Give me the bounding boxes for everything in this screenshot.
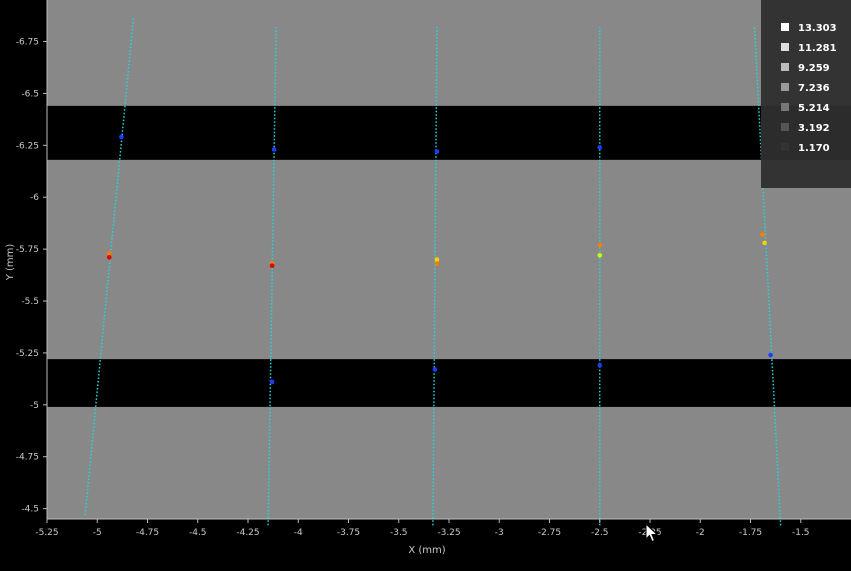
x-tick-label: -2.5: [591, 528, 609, 538]
dark-band-1: [47, 105, 851, 160]
plot-area[interactable]: [47, 0, 851, 526]
legend-label: 5.214: [798, 103, 830, 114]
legend-label: 11.281: [798, 43, 837, 54]
data-point-2[interactable]: [271, 147, 277, 152]
legend-swatch: [781, 43, 789, 51]
data-point-11[interactable]: [597, 242, 603, 248]
y-tick-label: -6.5: [21, 89, 39, 99]
data-point-12[interactable]: [597, 253, 603, 258]
legend: 13.303 11.281 9.259 7.236 5.214 3.192 1.170: [761, 0, 851, 188]
y-tick-label: -4.75: [16, 453, 39, 463]
chart-root: -5.25 -5 -4.75 -4.5 -4.25 -4 -3.75 -3.5 -3.25 -3 -…: [0, 0, 851, 567]
legend-label: 1.170: [798, 143, 830, 154]
legend-label: 3.192: [798, 123, 830, 134]
legend-label: 9.259: [798, 63, 830, 74]
x-tick-label: -2.75: [538, 528, 561, 538]
y-axis-title: Y (mm): [5, 244, 16, 282]
x-tick-label: -3.5: [390, 528, 408, 538]
x-tick-label: -4.75: [136, 528, 159, 538]
y-tick-label: -5.25: [16, 349, 39, 359]
legend-swatch: [781, 63, 789, 71]
data-point-5[interactable]: [107, 250, 112, 256]
data-point-1[interactable]: [119, 134, 124, 140]
legend-label: 13.303: [798, 23, 837, 34]
plot-background: [47, 0, 851, 519]
legend-swatch: [781, 123, 789, 131]
scatter-chart[interactable]: -5.25 -5 -4.75 -4.5 -4.25 -4 -3.75 -3.5 -3.25 -3 -…: [0, 0, 851, 567]
data-point-6[interactable]: [107, 255, 112, 260]
data-point-8[interactable]: [269, 263, 275, 269]
x-tick-label: -4.5: [189, 528, 207, 538]
y-tick-label: -6.25: [16, 141, 39, 151]
x-tick-label: -4: [294, 528, 303, 538]
legend-swatch: [781, 143, 789, 151]
x-tick-label: -3: [495, 528, 504, 538]
x-tick-label: -1.5: [792, 528, 810, 538]
y-tick-label: -5: [30, 401, 39, 411]
y-tick-label: -6: [30, 193, 39, 203]
data-point-4[interactable]: [597, 145, 603, 150]
y-tick-label: -6.75: [16, 38, 39, 48]
y-tick-label: -5.5: [21, 297, 39, 307]
data-point-14[interactable]: [762, 240, 767, 246]
mouse-cursor-icon: [645, 523, 659, 543]
data-point-17[interactable]: [597, 363, 603, 368]
y-tick-label: -5.75: [16, 245, 39, 255]
legend-swatch: [781, 23, 789, 31]
x-tick-label: -3.25: [437, 528, 460, 538]
data-point-18[interactable]: [768, 352, 773, 358]
x-tick-label: -5: [93, 528, 102, 538]
x-tick-label: -1.75: [739, 528, 762, 538]
data-point-9[interactable]: [434, 257, 440, 262]
data-point-16[interactable]: [432, 367, 438, 372]
legend-swatch: [781, 83, 789, 91]
dark-band-2: [47, 359, 851, 407]
x-axis-title: X (mm): [408, 545, 445, 556]
x-tick-label: -2: [696, 528, 705, 538]
data-point-10[interactable]: [434, 261, 440, 266]
data-point-15[interactable]: [269, 379, 275, 385]
x-tick-label: -3.75: [337, 528, 360, 538]
x-tick-label: -5.25: [35, 528, 58, 538]
legend-swatch: [781, 103, 789, 111]
data-point-13[interactable]: [760, 232, 765, 237]
x-tick-label: -4.25: [236, 528, 259, 538]
y-tick-label: -4.5: [21, 505, 39, 515]
legend-label: 7.236: [798, 83, 830, 94]
data-point-3[interactable]: [434, 149, 440, 154]
